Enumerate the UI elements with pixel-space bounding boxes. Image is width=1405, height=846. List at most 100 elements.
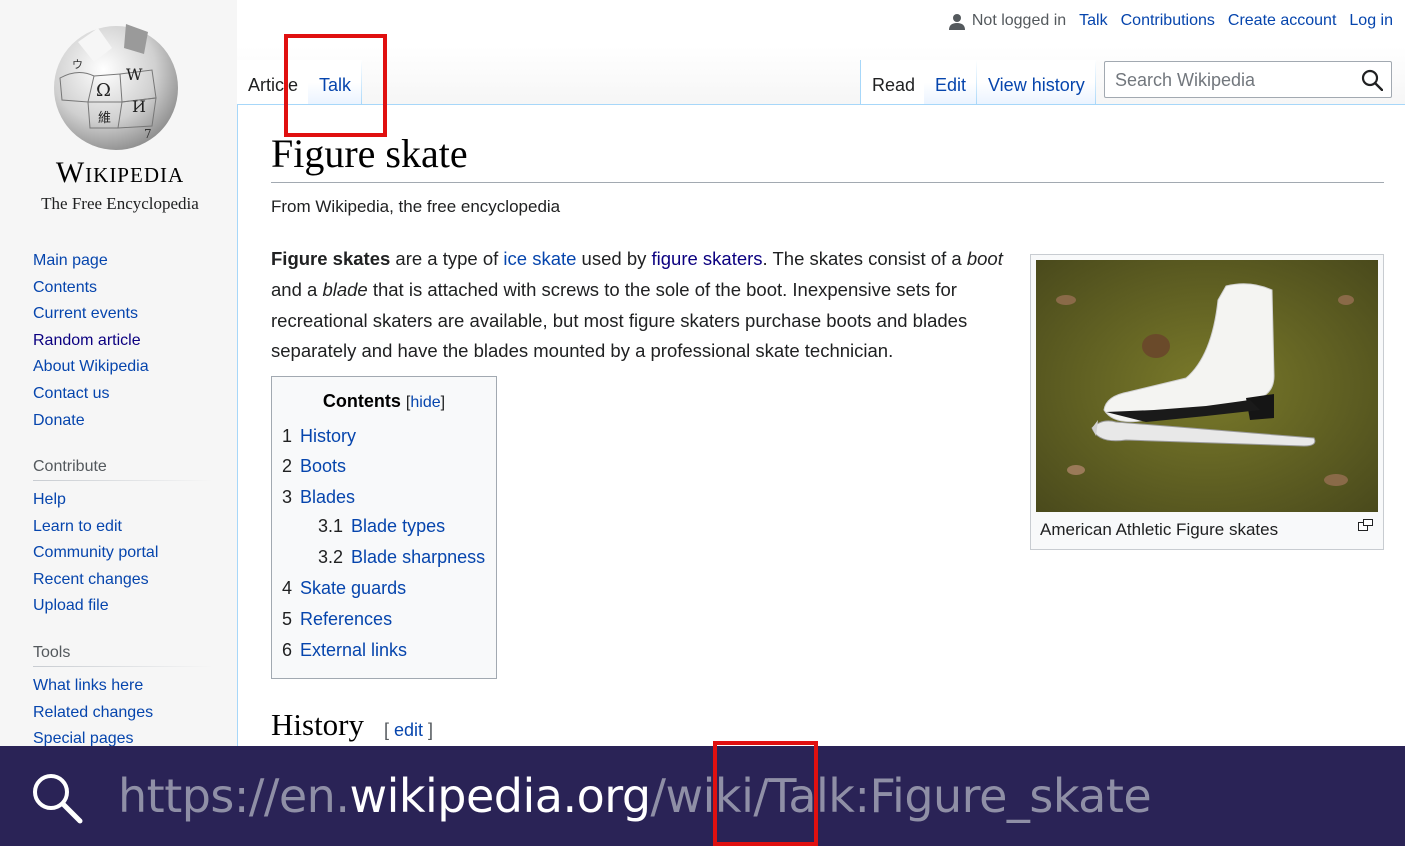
toc-title: Contents [hide] [272, 391, 496, 412]
toc-item[interactable]: 1 History [282, 426, 356, 447]
toc-number: 1 [282, 426, 293, 446]
intro-paragraph: Figure skates are a type of ice skate us… [271, 244, 1006, 367]
url-bar[interactable]: https://en.wikipedia.org/wiki/Talk:Figur… [0, 746, 1405, 846]
tab-read[interactable]: Read [860, 60, 927, 105]
toc-number: 3 [282, 487, 293, 507]
svg-text:維: 維 [98, 111, 111, 126]
sidebar-item-current-events[interactable]: Current events [33, 305, 138, 322]
toc-number: 3.2 [318, 547, 344, 567]
enlarge-icon[interactable] [1358, 519, 1373, 531]
svg-text:И: И [132, 97, 146, 116]
ice-skate-link[interactable]: ice skate [503, 248, 576, 269]
sidebar-tools-list: What links here Related changes Special … [33, 673, 153, 753]
puzzle-globe-icon: Ω W И 維 ウ 7 [54, 24, 178, 150]
tab-read-label: Read [872, 75, 916, 95]
sidebar-item-special-pages[interactable]: Special pages [33, 730, 134, 747]
personal-tools: Not logged in Talk Contributions Create … [948, 12, 1393, 30]
tab-edit[interactable]: Edit [924, 60, 978, 105]
url-prefix: https://en. [118, 769, 350, 823]
toc-number: 3.1 [318, 516, 344, 536]
toc-link[interactable]: History [300, 426, 356, 446]
user-contributions-link[interactable]: Contributions [1121, 12, 1215, 30]
figure-skate-photo[interactable] [1036, 260, 1378, 512]
search-input[interactable] [1113, 67, 1352, 94]
user-icon [948, 13, 965, 30]
toc-item[interactable]: 3 Blades [282, 487, 355, 508]
toc-item[interactable]: 3.2 Blade sharpness [318, 547, 485, 568]
toc-link[interactable]: Boots [300, 456, 346, 476]
toc-link[interactable]: Blade sharpness [351, 547, 485, 567]
svg-text:7: 7 [144, 127, 152, 141]
not-logged-in: Not logged in [948, 12, 1067, 30]
sidebar-item-donate[interactable]: Donate [33, 412, 85, 429]
toc-number: 2 [282, 456, 293, 476]
sidebar-divider [33, 666, 213, 667]
section-edit: [ edit ] [384, 720, 434, 740]
search-icon[interactable] [1361, 69, 1383, 91]
url-path: /wiki/Talk:Figure_skate [650, 769, 1152, 823]
toc-item[interactable]: 4 Skate guards [282, 578, 406, 599]
wikipedia-wordmark: Wikipedia [55, 156, 185, 189]
sidebar-item-what-links-here[interactable]: What links here [33, 677, 143, 694]
sidebar-contribute-list: Help Learn to edit Community portal Rece… [33, 487, 158, 620]
toc-link[interactable]: Blade types [351, 516, 445, 536]
toc-heading: Contents [322, 391, 401, 411]
toc-link[interactable]: Blades [300, 487, 355, 507]
section-edit-link[interactable]: edit [394, 720, 423, 740]
sidebar-item-recent-changes[interactable]: Recent changes [33, 571, 149, 588]
tab-view-history[interactable]: View history [977, 60, 1096, 105]
sidebar-item-related-changes[interactable]: Related changes [33, 704, 153, 721]
sidebar-heading-contribute: Contribute [33, 458, 107, 475]
tab-view-history-label: View history [988, 75, 1085, 95]
sidebar-item-contact-us[interactable]: Contact us [33, 385, 109, 402]
sidebar-item-help[interactable]: Help [33, 491, 66, 508]
toc-item[interactable]: 6 External links [282, 640, 407, 661]
toc-link[interactable]: External links [300, 640, 407, 660]
toc-link[interactable]: Skate guards [300, 578, 406, 598]
user-talk-link[interactable]: Talk [1079, 12, 1107, 30]
sidebar-item-main-page[interactable]: Main page [33, 252, 108, 269]
tab-divider [361, 60, 363, 105]
table-of-contents: Contents [hide] 1 History 2 Boots 3 Blades … [271, 376, 497, 679]
thumbnail-caption: American Athletic Figure skates [1040, 520, 1279, 539]
tab-talk[interactable]: Talk [308, 60, 363, 105]
create-account-link[interactable]: Create account [1228, 12, 1337, 30]
sidebar-item-contents[interactable]: Contents [33, 279, 97, 296]
search-box[interactable] [1104, 61, 1392, 98]
toc-link[interactable]: References [300, 609, 392, 629]
intro-text: are a type of [390, 248, 504, 269]
svg-text:ウ: ウ [72, 58, 83, 71]
sidebar-item-upload-file[interactable]: Upload file [33, 597, 109, 614]
intro-text: that is attached with screws to the sole… [271, 278, 968, 362]
log-in-link[interactable]: Log in [1349, 12, 1393, 30]
sidebar-item-about-wikipedia[interactable]: About Wikipedia [33, 358, 149, 375]
url-text[interactable]: https://en.wikipedia.org/wiki/Talk:Figur… [118, 764, 1152, 828]
sidebar-item-community-portal[interactable]: Community portal [33, 544, 158, 561]
sidebar-heading-tools: Tools [33, 644, 71, 661]
svg-text:Ω: Ω [96, 80, 111, 101]
url-domain: wikipedia.org [349, 769, 651, 823]
site-subtitle: From Wikipedia, the free encyclopedia [271, 197, 561, 216]
intro-italic-blade: blade [322, 278, 368, 300]
sidebar-item-random-article[interactable]: Random article [33, 332, 141, 349]
tab-article[interactable]: Article [237, 60, 316, 105]
tab-edit-label: Edit [935, 75, 967, 95]
toc-hide-toggle[interactable]: [hide] [406, 394, 445, 411]
figure-skaters-link[interactable]: figure skaters [652, 248, 763, 269]
sidebar-item-learn-to-edit[interactable]: Learn to edit [33, 518, 122, 535]
not-logged-in-label: Not logged in [971, 12, 1067, 29]
toc-hide-link[interactable]: hide [410, 394, 440, 411]
intro-text: and a [271, 278, 323, 300]
toc-item[interactable]: 3.1 Blade types [318, 516, 445, 537]
thumbnail-figure: American Athletic Figure skates [1030, 254, 1384, 550]
wikipedia-logo[interactable]: Ω W И 維 ウ 7 Wikipedia The Free Encyclope… [30, 10, 210, 213]
toc-item[interactable]: 2 Boots [282, 456, 346, 477]
intro-text: used by [576, 248, 652, 269]
search-icon [33, 774, 83, 824]
toc-number: 6 [282, 640, 293, 660]
tab-talk-label: Talk [319, 75, 352, 95]
page-title: Figure skate [271, 131, 468, 176]
intro-text: . The skates consist of a [762, 248, 967, 269]
tab-article-label: Article [248, 75, 299, 95]
toc-item[interactable]: 5 References [282, 609, 392, 630]
